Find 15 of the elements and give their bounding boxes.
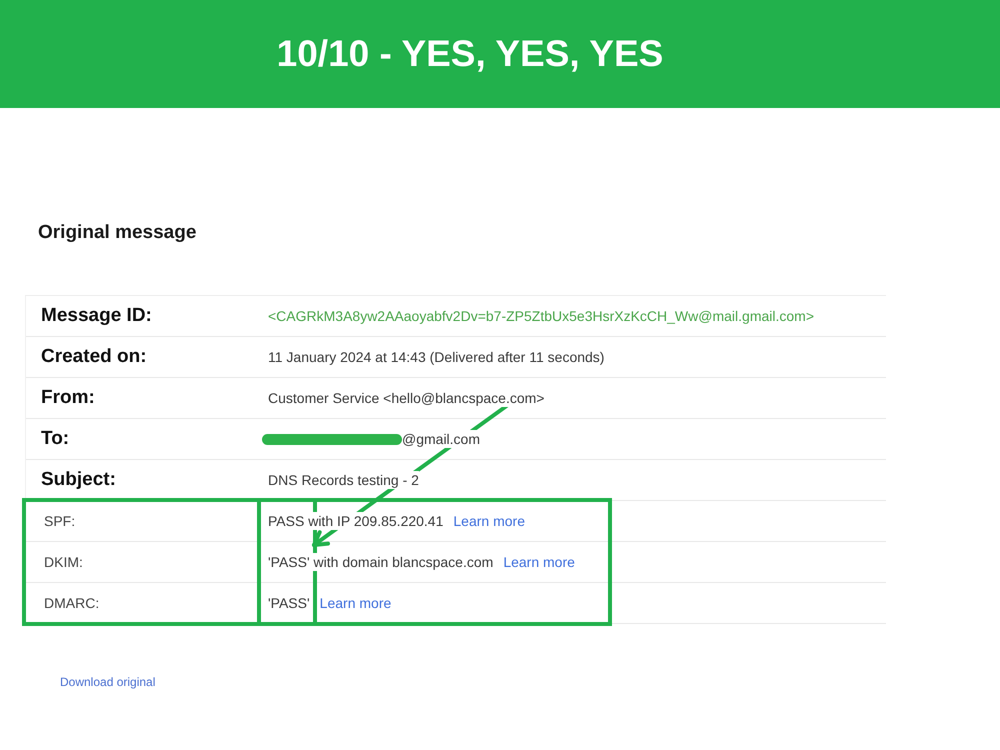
field-label: To: xyxy=(40,427,70,451)
field-label: Created on: xyxy=(40,345,148,369)
auth-label: DKIM: xyxy=(43,553,84,571)
banner-title: 10/10 - YES, YES, YES xyxy=(276,32,664,76)
section-heading: Original message xyxy=(38,221,196,245)
field-label: Subject: xyxy=(40,468,117,492)
field-value: @gmail.com xyxy=(402,430,480,448)
download-link[interactable]: Download original xyxy=(60,674,156,690)
auth-result: 'PASS' with domain blancspace.com xyxy=(268,553,494,571)
field-label: From: xyxy=(40,386,96,410)
auth-label: SPF: xyxy=(43,512,76,530)
field-label: Message ID: xyxy=(40,304,153,328)
field-value: DNS Records testing - 2 xyxy=(268,471,419,489)
auth-result: PASS with IP 209.85.220.41 xyxy=(268,512,444,530)
auth-label: DMARC: xyxy=(43,594,100,612)
